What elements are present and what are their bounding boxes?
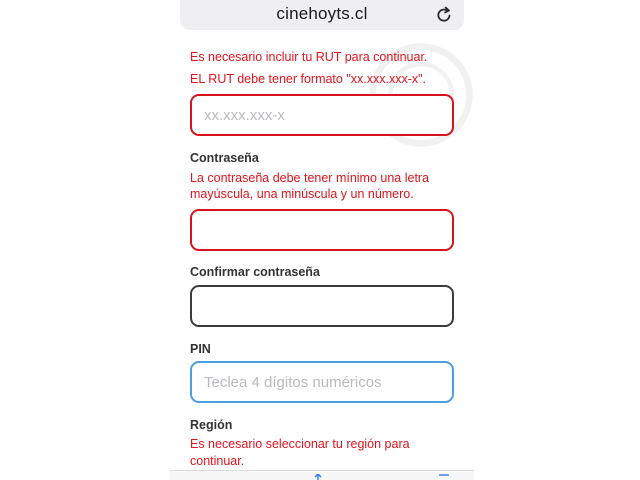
address-bar[interactable]: cinehoyts.cl: [180, 0, 464, 30]
password-error-line-2: mayúscula, una minúscula y un número.: [190, 187, 414, 201]
share-icon[interactable]: [312, 474, 324, 480]
mobile-browser-viewport: RUT Es necesario incluir tu RUT para con…: [170, 0, 474, 480]
rut-error-required: Es necesario incluir tu RUT para continu…: [190, 50, 428, 64]
registration-form: RUT Es necesario incluir tu RUT para con…: [170, 0, 474, 470]
pin-label: PIN: [190, 342, 211, 356]
bookmarks-icon[interactable]: [438, 474, 450, 480]
url-text: cinehoyts.cl: [276, 4, 368, 23]
password-input[interactable]: [190, 209, 454, 251]
rut-error-format: EL RUT debe tener formato "xx.xxx.xxx-x"…: [190, 72, 427, 86]
password-label: Contraseña: [190, 151, 259, 165]
pin-input[interactable]: [190, 361, 454, 403]
confirm-password-label: Confirmar contraseña: [190, 265, 320, 279]
region-error-line-1: Es necesario seleccionar tu región para: [190, 437, 410, 451]
confirm-password-input[interactable]: [190, 285, 454, 327]
region-error-line-2: continuar.: [190, 454, 245, 468]
region-label: Región: [190, 418, 233, 432]
rut-input[interactable]: [190, 94, 454, 136]
reload-icon[interactable]: [434, 5, 454, 25]
browser-top-bar: cinehoyts.cl: [170, 0, 474, 38]
browser-bottom-toolbar: [170, 470, 474, 480]
